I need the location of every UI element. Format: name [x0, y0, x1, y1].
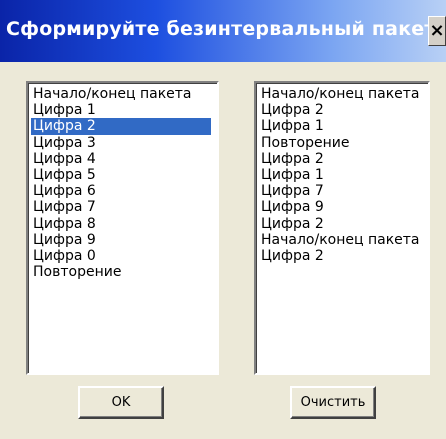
- dialog-window: Сформируйте безинтервальный пакет ... × …: [0, 0, 446, 439]
- list-item[interactable]: Цифра 8: [31, 216, 217, 232]
- list-item[interactable]: Цифра 3: [31, 135, 217, 151]
- ok-button[interactable]: OK: [78, 386, 164, 419]
- list-item[interactable]: Цифра 9: [259, 199, 428, 215]
- list-item[interactable]: Повторение: [259, 135, 428, 151]
- list-item[interactable]: Начало/конец пакета: [259, 232, 428, 248]
- list-item[interactable]: Цифра 7: [31, 199, 217, 215]
- list-item[interactable]: Цифра 5: [31, 167, 217, 183]
- close-button[interactable]: ×: [428, 16, 446, 46]
- window-title: Сформируйте безинтервальный пакет ...: [6, 18, 446, 40]
- list-item[interactable]: Цифра 4: [31, 151, 217, 167]
- list-item[interactable]: Цифра 2: [259, 151, 428, 167]
- list-item[interactable]: Цифра 9: [31, 232, 217, 248]
- close-icon: ×: [429, 20, 445, 41]
- list-item[interactable]: Цифра 6: [31, 183, 217, 199]
- list-item[interactable]: Цифра 2: [31, 118, 211, 135]
- source-list-items: Начало/конец пакета Цифра 1 Цифра 2 Цифра 3…: [28, 83, 217, 280]
- list-item[interactable]: Цифра 2: [259, 216, 428, 232]
- source-listbox[interactable]: Начало/конец пакета Цифра 1 Цифра 2 Цифра 3…: [26, 81, 219, 375]
- list-item[interactable]: Цифра 7: [259, 183, 428, 199]
- list-item[interactable]: Повторение: [31, 264, 217, 280]
- packet-listbox[interactable]: Начало/конец пакета Цифра 2 Цифра 1 Повторе…: [254, 81, 430, 375]
- list-item[interactable]: Цифра 1: [259, 167, 428, 183]
- title-bar[interactable]: Сформируйте безинтервальный пакет ... ×: [0, 0, 446, 62]
- list-item[interactable]: Цифра 1: [31, 102, 217, 118]
- packet-list-items: Начало/конец пакета Цифра 2 Цифра 1 Повторе…: [256, 83, 428, 264]
- list-item[interactable]: Цифра 2: [259, 102, 428, 118]
- list-item[interactable]: Начало/конец пакета: [31, 86, 217, 102]
- list-item[interactable]: Цифра 0: [31, 248, 217, 264]
- list-item[interactable]: Цифра 2: [259, 248, 428, 264]
- clear-button[interactable]: Очистить: [290, 386, 376, 419]
- list-item[interactable]: Цифра 1: [259, 118, 428, 134]
- list-item[interactable]: Начало/конец пакета: [259, 86, 428, 102]
